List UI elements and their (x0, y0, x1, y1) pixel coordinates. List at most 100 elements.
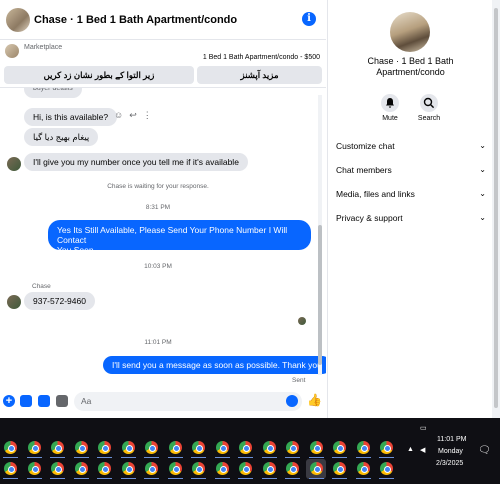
notifications-icon[interactable]: ▭ (420, 424, 427, 432)
message-bubble[interactable]: I'll give you my number once you tell me… (24, 153, 248, 171)
timestamp: 10:03 PM (144, 263, 172, 270)
chrome-icon[interactable] (286, 462, 299, 475)
chrome-icon[interactable] (192, 441, 205, 454)
chrome-icon[interactable] (356, 441, 370, 454)
chrome-icon[interactable] (168, 441, 182, 454)
waiting-note: Chase is waiting for your response. (107, 183, 209, 190)
photo-icon[interactable] (20, 395, 32, 407)
more-options-button[interactable]: مزید آپشنز (197, 66, 322, 84)
clock-day[interactable]: Monday (438, 448, 463, 455)
like-icon[interactable]: 👍 (307, 393, 322, 407)
chrome-icon[interactable] (121, 462, 135, 475)
scroll-thumb[interactable] (494, 8, 498, 408)
running-indicator (73, 457, 89, 458)
listing-thumbnail[interactable] (5, 44, 19, 58)
info-icon[interactable]: i (302, 12, 316, 26)
chevron-up-icon[interactable]: ▲ (407, 446, 414, 453)
emoji-icon[interactable] (286, 395, 298, 407)
mark-pending-button[interactable]: زیر التوا کے بطور نشان زد کریں (4, 66, 194, 84)
running-indicator (50, 457, 65, 458)
running-indicator (167, 478, 183, 479)
chrome-icon[interactable] (333, 462, 346, 475)
sender-avatar (7, 295, 21, 309)
plus-icon[interactable]: + (3, 395, 15, 407)
messenger-window: Chase · 1 Bed 1 Bath Apartment/condo i M… (0, 0, 500, 418)
chrome-icon[interactable] (215, 462, 229, 475)
chrome-icon[interactable] (380, 441, 393, 454)
speaker-icon[interactable]: ◀ (420, 446, 425, 454)
running-indicator (73, 478, 89, 479)
panel-scrollbar[interactable] (492, 0, 500, 418)
running-indicator (332, 457, 347, 458)
chrome-icon[interactable] (74, 441, 88, 454)
react-icon[interactable]: ☺ (114, 110, 123, 120)
running-indicator (120, 478, 136, 479)
thread-scrollbar[interactable] (316, 95, 324, 375)
chrome-icon[interactable] (168, 462, 182, 475)
chrome-icon[interactable] (309, 441, 323, 454)
running-indicator (191, 478, 206, 479)
chrome-icon[interactable] (27, 462, 41, 475)
chrome-icon[interactable] (98, 441, 111, 454)
contact-avatar[interactable] (6, 8, 30, 32)
search-button[interactable] (420, 94, 438, 112)
message-bubble[interactable]: 937-572-9460 (24, 292, 95, 310)
running-indicator (120, 457, 136, 458)
more-icon[interactable]: ⋮ (143, 110, 152, 120)
message-bubble[interactable]: Hi, is this available? (24, 108, 118, 126)
sender-avatar (7, 157, 21, 171)
chrome-icon[interactable] (262, 462, 276, 475)
running-indicator (97, 457, 112, 458)
chrome-icon[interactable] (380, 462, 393, 475)
chat-title[interactable]: Chase · 1 Bed 1 Bath Apartment/condo (34, 14, 237, 26)
running-indicator (3, 457, 18, 458)
listing-title[interactable]: 1 Bed 1 Bath Apartment/condo - $500 (203, 54, 320, 61)
mute-button[interactable] (381, 94, 399, 112)
marketplace-label: Marketplace (24, 44, 63, 51)
running-indicator (261, 478, 277, 479)
chrome-icon[interactable] (192, 462, 205, 475)
scroll-thumb[interactable] (318, 225, 322, 365)
chrome-icon[interactable] (145, 441, 158, 454)
chrome-icon[interactable] (4, 441, 17, 454)
row-privacy-support[interactable]: Privacy & support ⌄ (336, 213, 486, 223)
clock-time[interactable]: 11:01 PM (437, 436, 466, 443)
chrome-icon[interactable] (51, 462, 64, 475)
contact-avatar-large[interactable] (390, 12, 430, 52)
seen-avatar (298, 317, 306, 325)
message-bubble[interactable]: پیغام بھیج دیا گیا (24, 128, 99, 146)
chrome-icon[interactable] (309, 462, 323, 475)
chrome-icon[interactable] (27, 441, 41, 454)
chat-info-panel: Chase · 1 Bed 1 Bath Apartment/condo Mut… (327, 0, 500, 418)
chrome-icon[interactable] (145, 462, 158, 475)
row-media-files-links[interactable]: Media, files and links ⌄ (336, 189, 486, 199)
message-bubble-outgoing[interactable]: Yes Its Still Available, Please Send You… (48, 220, 311, 255)
sticker-icon[interactable] (38, 395, 50, 407)
chrome-icon[interactable] (4, 462, 17, 475)
chrome-icon[interactable] (98, 462, 111, 475)
chrome-icon[interactable] (333, 441, 346, 454)
reply-icon[interactable]: ↩ (129, 110, 137, 120)
chrome-icon[interactable] (239, 441, 252, 454)
taskbar: ▭ ▲ ◀ 11:01 PM Monday 2/3/2025 🗨 (0, 418, 500, 484)
chrome-icon[interactable] (239, 462, 252, 475)
chrome-icon[interactable] (51, 441, 64, 454)
chrome-icon[interactable] (74, 462, 88, 475)
row-chat-members[interactable]: Chat members ⌄ (336, 165, 486, 175)
running-indicator (308, 457, 324, 458)
message-thread: buyer details Hi, is this available? ☺ ↩ ⋮… (0, 88, 326, 388)
running-indicator (285, 457, 300, 458)
chrome-icon[interactable] (356, 462, 370, 475)
chrome-icon[interactable] (262, 441, 276, 454)
clock-date[interactable]: 2/3/2025 (436, 460, 463, 467)
message-bubble-outgoing[interactable]: I'll send you a message as soon as possi… (103, 356, 326, 374)
row-customize-chat[interactable]: Customize chat ⌄ (336, 141, 486, 151)
chrome-icon[interactable] (215, 441, 229, 454)
message-line: You Soon. (57, 245, 96, 255)
chrome-icon[interactable] (286, 441, 299, 454)
message-bubble[interactable]: buyer details (24, 88, 82, 98)
gif-icon[interactable] (56, 395, 68, 407)
chrome-icon[interactable] (121, 441, 135, 454)
action-center-icon[interactable]: 🗨 (478, 445, 491, 456)
message-input[interactable]: Aa (74, 392, 302, 411)
